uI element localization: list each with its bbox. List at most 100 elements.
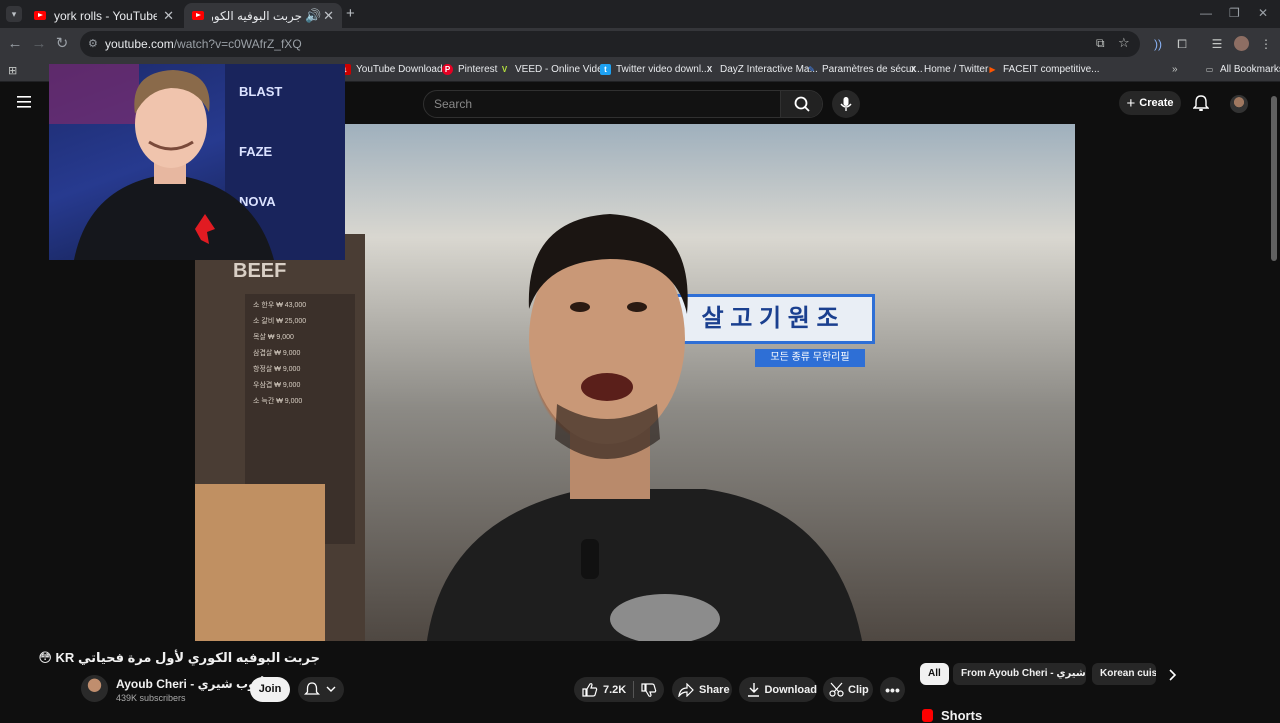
menu-line: 소 한우 ₩ 43,000 [253, 302, 307, 309]
account-avatar[interactable] [1230, 95, 1248, 113]
create-label: Create [1139, 97, 1174, 109]
download-button[interactable]: Download [739, 677, 817, 702]
thumbs-down-icon [641, 683, 657, 697]
hamburger-menu-icon[interactable] [17, 96, 31, 108]
chip-korean-cuisine[interactable]: Korean cuisine [1092, 663, 1156, 685]
clip-label: Clip [848, 683, 869, 696]
more-actions-icon[interactable]: ••• [880, 677, 905, 702]
bookmark-item[interactable]: ▶ FACEIT competitive... [987, 64, 1100, 75]
menu-line: 항정살 ₩ 9,000 [253, 366, 301, 373]
voice-search-button[interactable] [832, 90, 860, 118]
chip-all[interactable]: All [920, 663, 949, 685]
profile-avatar[interactable] [1234, 36, 1249, 51]
pinterest-icon: P [442, 64, 453, 75]
bookmark-label: Pinterest [458, 64, 498, 75]
subscriber-count: 439K subscribers [116, 693, 186, 703]
bookmark-item[interactable]: P Pinterest [442, 64, 497, 75]
shorts-logo-icon [922, 709, 933, 722]
clip-button[interactable]: Clip [823, 677, 873, 702]
youtube-favicon-icon [34, 11, 46, 20]
like-divider [633, 681, 634, 698]
extensions-icon[interactable]: ⧠ [1174, 36, 1190, 52]
download-icon [748, 683, 760, 697]
video-scene-beef-text: BEEF [233, 260, 287, 282]
dislike-button[interactable] [636, 677, 664, 702]
menu-line: 우삼겹 ₩ 9,000 [253, 382, 301, 389]
join-button[interactable]: Join [250, 677, 290, 702]
reload-icon[interactable]: ↻ [53, 35, 71, 53]
bookmark-label: DayZ Interactive Ma... [720, 64, 818, 75]
bookmark-item[interactable]: X DayZ Interactive Ma... [704, 64, 818, 75]
like-button[interactable]: 7.2K [574, 677, 632, 702]
tab-inactive[interactable]: york rolls - YouTube تحدي أكل ✕ [26, 3, 182, 28]
menu-line: 소 갈비 ₩ 25,000 [253, 318, 307, 325]
all-bookmarks-label: All Bookmarks [1220, 64, 1280, 75]
restore-icon[interactable]: ❐ [1229, 6, 1240, 20]
video-title: جربت البوفيه الكوري لأول مرة فحياتي KR 😳 [38, 650, 320, 665]
x-icon: X [910, 65, 917, 74]
install-app-icon[interactable]: ⧉ [1096, 36, 1105, 51]
subscription-notifications-button[interactable] [298, 677, 344, 702]
tab-search-icon[interactable]: ▾ [6, 6, 22, 22]
url-text: youtube.com/watch?v=c0WAfrZ_fXQ [105, 37, 302, 51]
search-button[interactable] [780, 91, 822, 117]
minimize-icon[interactable]: — [1200, 6, 1212, 20]
scissors-icon [829, 682, 844, 697]
reading-list-icon[interactable]: ☰ [1209, 36, 1225, 52]
search-box [423, 90, 823, 118]
thumbs-up-icon [582, 683, 598, 697]
bookmark-star-icon[interactable]: ☆ [1118, 35, 1130, 51]
chip-from-channel[interactable]: From Ayoub Cheri - أيوب شيري [953, 663, 1086, 685]
tab-audio-icon[interactable]: 🔊 [305, 8, 321, 24]
tab-title: york rolls - YouTube تحدي أكل [54, 8, 158, 23]
channel-name-text: Ayoub Cheri - أيوب شيري [116, 677, 265, 691]
tab-active[interactable]: جربت البوفيه الكوري لأول مرة 🔊 ✕ [184, 3, 342, 28]
video-scene-cardboard-box [195, 484, 325, 641]
address-bar[interactable]: ⚙ youtube.com/watch?v=c0WAfrZ_fXQ ⧉ ☆ [80, 31, 1140, 57]
url-host: youtube.com [105, 37, 174, 51]
channel-avatar[interactable] [81, 675, 108, 702]
all-bookmarks-folder[interactable]: ▭ All Bookmarks [1204, 64, 1280, 75]
new-tab-icon[interactable]: + [346, 6, 355, 22]
search-icon [794, 96, 810, 112]
bookmark-item[interactable]: X Home / Twitter [908, 64, 988, 75]
bookmarks-overflow-icon[interactable]: » [1172, 64, 1178, 75]
bookmark-label: YouTube Download... [356, 64, 451, 75]
video-scene-person [426, 214, 863, 641]
window-close-icon[interactable]: ✕ [1258, 6, 1268, 20]
apps-grid-icon[interactable]: ⊞ [8, 64, 17, 77]
like-count: 7.2K [603, 683, 627, 696]
chips-next-chevron-icon[interactable] [1168, 669, 1177, 681]
url-path: /watch?v=c0WAfrZ_fXQ [173, 37, 302, 51]
menu-line: 목살 ₩ 9,000 [253, 334, 294, 341]
forward-icon[interactable]: → [30, 35, 48, 53]
browser-tab-strip: ▾ york rolls - YouTube تحدي أكل ✕ جربت ا… [0, 0, 1280, 28]
back-icon[interactable]: ← [6, 35, 24, 53]
bookmark-label: FACEIT competitive... [1003, 64, 1100, 75]
site-info-icon[interactable]: ⚙ [88, 37, 98, 50]
bookmark-label: VEED - Online Vide... [515, 64, 611, 75]
streamer-webcam-overlay: BLAST FAZE NOVA [49, 64, 345, 260]
notifications-bell-icon[interactable] [1193, 95, 1209, 112]
cast-extension-icon[interactable]: )) [1150, 36, 1166, 52]
share-icon [678, 682, 694, 697]
browser-menu-icon[interactable]: ⋮ [1258, 36, 1274, 52]
faceit-icon: ▶ [989, 65, 996, 74]
search-input[interactable] [434, 97, 764, 111]
bookmark-item[interactable]: V VEED - Online Vide... [499, 64, 611, 75]
bookmark-item[interactable]: ✎ Paramètres de sécur... [806, 64, 922, 75]
create-button[interactable]: + Create [1119, 91, 1181, 115]
tab-close-icon[interactable]: ✕ [323, 8, 334, 24]
download-label: Download [764, 683, 817, 696]
tab-title: جربت البوفيه الكوري لأول مرة [212, 8, 303, 23]
youtube-favicon-icon [192, 11, 204, 20]
page-scrollbar[interactable] [1271, 96, 1277, 261]
share-button[interactable]: Share [672, 677, 732, 702]
share-label: Share [699, 683, 730, 696]
tab-close-icon[interactable]: ✕ [163, 8, 174, 24]
bookmark-item[interactable]: ↓ YouTube Download... [340, 64, 451, 75]
bell-icon [304, 682, 320, 695]
bookmark-item[interactable]: t Twitter video downl... [600, 64, 709, 75]
browser-toolbar: ← → ↻ ⚙ youtube.com/watch?v=c0WAfrZ_fXQ … [0, 28, 1280, 60]
bookmark-label: Home / Twitter [924, 64, 989, 75]
